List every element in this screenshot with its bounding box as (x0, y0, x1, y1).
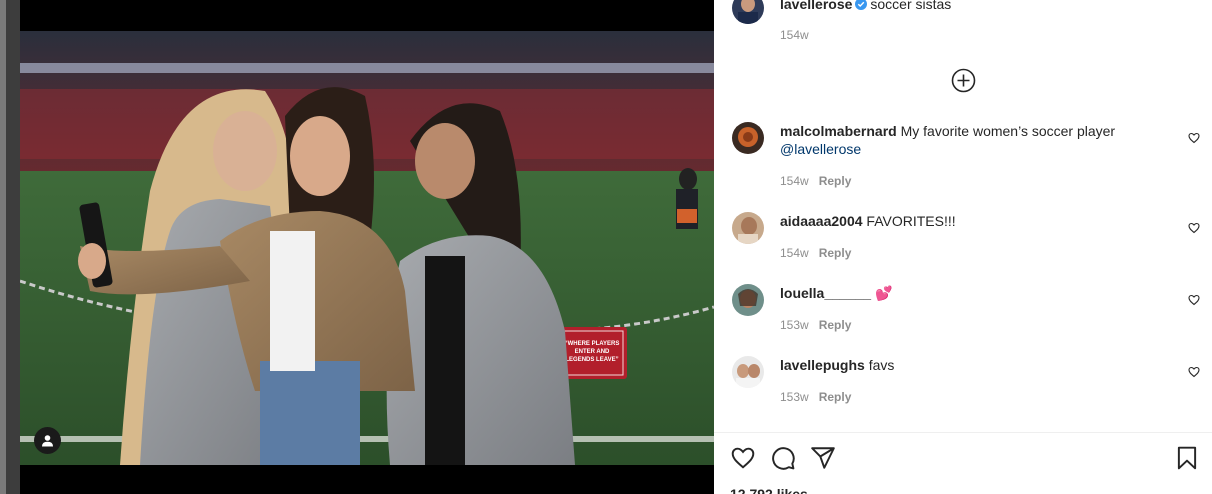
comment-text: 💕 (874, 285, 893, 301)
comment-body: lavellepughs favs (780, 356, 1160, 374)
reply-button[interactable]: Reply (819, 318, 852, 332)
reply-button[interactable]: Reply (819, 174, 852, 188)
comment-age: 153w (780, 390, 809, 404)
comment-body: aidaaaa2004 FAVORITES!!! (780, 212, 1160, 230)
comment-body: louella______ 💕 (780, 284, 1160, 302)
comments-panel: lavellerose soccer sistas 154w malcolmabe… (714, 0, 1212, 494)
commenter-avatar[interactable] (732, 212, 764, 244)
author-avatar[interactable] (732, 0, 764, 24)
reply-button[interactable]: Reply (819, 390, 852, 404)
left-gutter (0, 0, 20, 494)
comment-text: My favorite women’s soccer player (900, 123, 1116, 139)
comment-meta: 153w Reply (780, 318, 851, 332)
comment-username[interactable]: louella______ (780, 285, 871, 301)
comment-username[interactable]: malcolmabernard (780, 123, 897, 139)
comment-meta: 153w Reply (780, 390, 851, 404)
bookmark-icon[interactable] (1174, 445, 1200, 471)
post-photo[interactable]: “WHERE PLAYERS ENTER AND LEGENDS LEAVE” (20, 31, 714, 465)
reply-button[interactable]: Reply (819, 246, 852, 260)
heart-icon[interactable] (1188, 222, 1200, 234)
comment-body: malcolmabernard My favorite women’s socc… (780, 122, 1160, 158)
commenter-avatar[interactable] (732, 284, 764, 316)
caption-line: lavellerose soccer sistas (780, 0, 951, 14)
caption-text: soccer sistas (870, 0, 952, 12)
comment-meta: 154w Reply (780, 174, 851, 188)
sign-line-1: “WHERE PLAYERS (565, 341, 620, 347)
commenter-avatar[interactable] (732, 122, 764, 154)
caption-age: 154w (780, 28, 809, 42)
caption-age-text: 154w (780, 28, 809, 42)
comment-username[interactable]: aidaaaa2004 (780, 213, 863, 229)
heart-icon[interactable] (1188, 366, 1200, 378)
heart-icon[interactable] (1188, 294, 1200, 306)
comment-age: 153w (780, 318, 809, 332)
commenter-avatar-image (732, 122, 764, 154)
comment-icon[interactable] (770, 445, 796, 471)
photo-illustration: “WHERE PLAYERS ENTER AND LEGENDS LEAVE” (20, 31, 714, 465)
comment-content: malcolmabernard My favorite women’s socc… (780, 122, 1160, 158)
actions-divider (714, 432, 1212, 433)
comment-age: 154w (780, 174, 809, 188)
comment-meta: 154w Reply (780, 246, 851, 260)
commenter-avatar[interactable] (732, 356, 764, 388)
commenter-avatar-image (732, 212, 764, 244)
author-username[interactable]: lavellerose (780, 0, 852, 12)
comment-content: lavellepughs favs (780, 356, 1160, 374)
author-avatar-image (732, 0, 764, 24)
likes-count[interactable]: 12,792 likes (730, 486, 808, 494)
tag-user-button[interactable] (34, 427, 61, 454)
comment-text: favs (868, 357, 895, 373)
post-media: “WHERE PLAYERS ENTER AND LEGENDS LEAVE” (20, 0, 714, 494)
plus-circle-icon[interactable] (951, 68, 976, 93)
user-tag-icon (42, 435, 53, 447)
comment-content: aidaaaa2004 FAVORITES!!! (780, 212, 1160, 230)
sign-line-3: LEGENDS LEAVE” (565, 357, 618, 363)
comment-content: louella______ 💕 (780, 284, 1160, 302)
sign-line-2: ENTER AND (575, 349, 610, 355)
verified-badge-icon (855, 0, 868, 10)
scroll-edge (0, 0, 6, 494)
commenter-avatar-image (732, 356, 764, 388)
post-actions (714, 445, 1212, 473)
comment-username[interactable]: lavellepughs (780, 357, 865, 373)
commenter-avatar-image (732, 284, 764, 316)
comment-age: 154w (780, 246, 809, 260)
heart-icon[interactable] (1188, 132, 1200, 144)
comment-text: FAVORITES!!! (866, 213, 956, 229)
comment-mention-link[interactable]: @lavellerose (780, 141, 861, 157)
heart-icon[interactable] (730, 445, 756, 471)
paper-plane-icon[interactable] (810, 445, 836, 471)
